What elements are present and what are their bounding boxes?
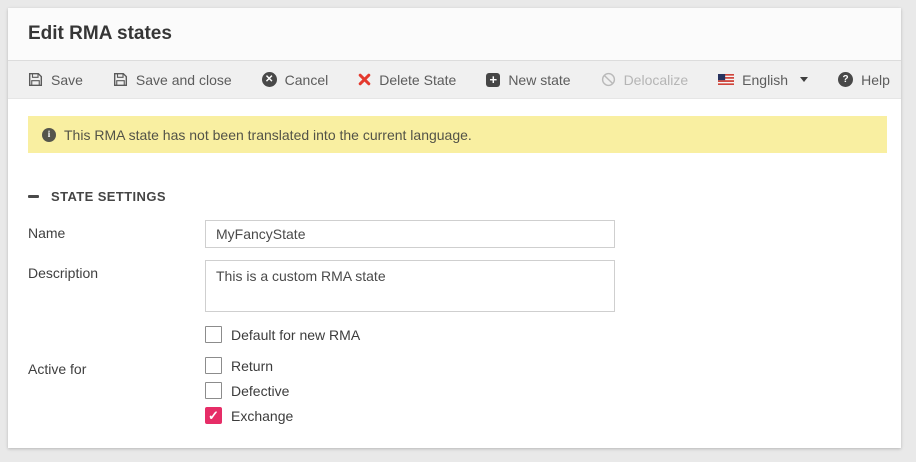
default-for-new-rma-checkbox[interactable]: [205, 326, 222, 343]
floppy-icon: [28, 72, 43, 87]
name-input[interactable]: [205, 220, 615, 248]
panel-title-bar: Edit RMA states: [8, 8, 901, 61]
cancel-label: Cancel: [285, 72, 329, 88]
language-dropdown[interactable]: English: [718, 72, 808, 88]
exchange-label: Exchange: [231, 408, 293, 424]
defective-checkbox[interactable]: [205, 382, 222, 399]
active-for-defective-row[interactable]: Defective: [205, 382, 293, 399]
circle-slash-icon: [601, 72, 616, 87]
floppy-icon: [113, 72, 128, 87]
check-icon: ✓: [208, 409, 219, 422]
language-label: English: [742, 72, 788, 88]
chevron-down-icon: [800, 77, 808, 82]
square-plus-icon: +: [486, 73, 500, 87]
new-state-button[interactable]: + New state: [486, 72, 570, 88]
panel-content: i This RMA state has not been translated…: [8, 116, 901, 424]
active-for-return-row[interactable]: Return: [205, 357, 293, 374]
circle-x-icon: ✕: [262, 72, 277, 87]
delete-state-label: Delete State: [379, 72, 456, 88]
save-button[interactable]: Save: [28, 72, 83, 88]
description-input[interactable]: This is a custom RMA state: [205, 260, 615, 312]
red-x-icon: [358, 73, 371, 86]
us-flag-icon: [718, 74, 734, 85]
name-row: Name: [28, 220, 881, 248]
page-title: Edit RMA states: [28, 23, 172, 45]
active-for-exchange-row[interactable]: ✓ Exchange: [205, 407, 293, 424]
save-and-close-label: Save and close: [136, 72, 232, 88]
name-label: Name: [28, 220, 205, 241]
delete-state-button[interactable]: Delete State: [358, 72, 456, 88]
state-settings-section-header[interactable]: STATE SETTINGS: [28, 189, 881, 204]
cancel-button[interactable]: ✕ Cancel: [262, 72, 329, 88]
return-checkbox[interactable]: [205, 357, 222, 374]
translation-warning-banner: i This RMA state has not been translated…: [28, 116, 887, 153]
delocalize-button: Delocalize: [601, 72, 689, 88]
banner-text: This RMA state has not been translated i…: [64, 127, 472, 143]
help-label: Help: [861, 72, 890, 88]
edit-rma-panel: Edit RMA states Save Save and close ✕ Ca…: [8, 8, 901, 448]
new-state-label: New state: [508, 72, 570, 88]
return-label: Return: [231, 358, 273, 374]
delocalize-label: Delocalize: [624, 72, 689, 88]
collapse-icon: [28, 195, 39, 198]
circle-question-icon: ?: [838, 72, 853, 87]
active-for-options: Return Defective ✓ Exchange: [205, 356, 293, 424]
help-button[interactable]: ? Help: [838, 72, 890, 88]
info-icon: i: [42, 128, 56, 142]
defective-label: Defective: [231, 383, 289, 399]
default-for-new-rma-label: Default for new RMA: [231, 327, 360, 343]
active-for-label: Active for: [28, 356, 205, 377]
default-for-new-rma-checkbox-row[interactable]: Default for new RMA: [205, 326, 881, 343]
section-title: STATE SETTINGS: [51, 189, 166, 204]
save-label: Save: [51, 72, 83, 88]
save-and-close-button[interactable]: Save and close: [113, 72, 232, 88]
description-row: Description This is a custom RMA state: [28, 260, 881, 312]
toolbar: Save Save and close ✕ Cancel Delete Stat…: [8, 61, 901, 99]
description-label: Description: [28, 260, 205, 281]
active-for-row: Active for Return Defective ✓ Exchange: [28, 356, 881, 424]
exchange-checkbox[interactable]: ✓: [205, 407, 222, 424]
